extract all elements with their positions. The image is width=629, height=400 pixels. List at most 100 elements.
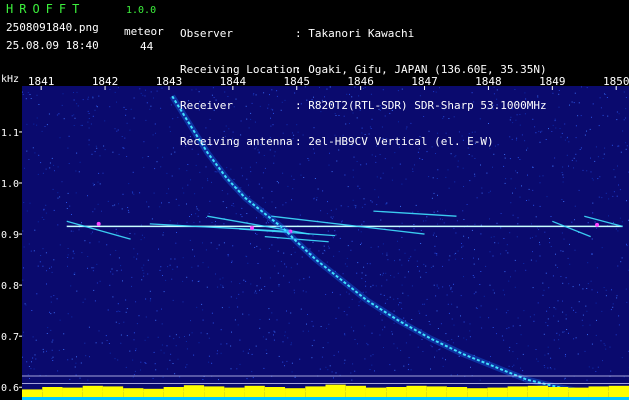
noise-pixel xyxy=(520,367,522,369)
noise-pixel xyxy=(26,123,28,125)
noise-pixel xyxy=(447,340,449,341)
power-bar xyxy=(467,388,488,397)
noise-pixel xyxy=(31,361,32,363)
noise-pixel xyxy=(625,97,627,98)
noise-pixel xyxy=(42,348,44,350)
noise-pixel xyxy=(98,241,100,243)
noise-pixel xyxy=(386,252,388,254)
noise-pixel xyxy=(92,211,94,213)
noise-pixel xyxy=(88,139,90,141)
noise-pixel xyxy=(91,153,93,155)
noise-pixel xyxy=(382,329,384,331)
noise-pixel xyxy=(299,214,301,216)
noise-pixel xyxy=(496,333,497,335)
noise-pixel xyxy=(521,185,522,187)
noise-pixel xyxy=(352,176,354,178)
noise-pixel xyxy=(347,206,349,208)
noise-pixel xyxy=(67,265,68,267)
noise-pixel xyxy=(412,171,414,172)
noise-pixel xyxy=(144,95,146,97)
noise-pixel xyxy=(59,137,61,139)
noise-pixel xyxy=(328,323,330,325)
noise-pixel xyxy=(257,263,259,264)
noise-pixel xyxy=(603,343,605,345)
noise-pixel xyxy=(381,285,383,287)
noise-pixel xyxy=(125,114,127,116)
noise-pixel xyxy=(335,317,337,319)
noise-pixel xyxy=(596,319,597,321)
noise-pixel xyxy=(417,266,419,267)
meteor-count: 44 xyxy=(140,40,154,53)
noise-pixel xyxy=(166,192,168,194)
noise-pixel xyxy=(423,220,424,222)
noise-pixel xyxy=(51,349,53,351)
noise-pixel xyxy=(560,136,562,138)
noise-pixel xyxy=(481,327,483,329)
noise-pixel xyxy=(618,315,620,317)
noise-pixel xyxy=(152,134,154,136)
noise-pixel xyxy=(473,263,475,265)
noise-pixel xyxy=(142,269,144,271)
noise-pixel xyxy=(67,248,69,249)
noise-pixel xyxy=(463,276,464,278)
y-tick-label: 0.6 xyxy=(1,383,19,394)
noise-pixel xyxy=(43,219,45,220)
noise-pixel xyxy=(51,357,53,359)
noise-pixel xyxy=(465,339,467,341)
noise-pixel xyxy=(81,222,82,224)
noise-pixel xyxy=(112,273,114,275)
noise-pixel xyxy=(186,364,188,366)
noise-pixel xyxy=(437,328,439,329)
power-bar xyxy=(305,386,326,397)
noise-pixel xyxy=(352,169,354,171)
noise-pixel xyxy=(320,210,322,212)
noise-pixel xyxy=(198,209,200,211)
noise-pixel xyxy=(51,271,53,273)
noise-pixel xyxy=(117,310,119,312)
noise-pixel xyxy=(40,162,42,164)
noise-pixel xyxy=(42,248,44,250)
power-bar xyxy=(22,389,43,397)
noise-pixel xyxy=(29,202,31,204)
noise-pixel xyxy=(160,266,162,268)
noise-pixel xyxy=(386,279,388,281)
file-name: 2508091840.png xyxy=(6,21,99,34)
noise-pixel xyxy=(77,105,79,107)
noise-pixel xyxy=(564,139,566,141)
noise-pixel xyxy=(260,277,261,279)
noise-pixel xyxy=(616,195,618,197)
noise-pixel xyxy=(436,253,438,254)
noise-pixel xyxy=(117,359,119,361)
noise-pixel xyxy=(198,342,200,344)
noise-pixel xyxy=(170,353,172,355)
noise-pixel xyxy=(169,359,171,361)
noise-pixel xyxy=(582,314,584,316)
power-bar xyxy=(143,388,164,397)
noise-pixel xyxy=(235,213,237,215)
noise-pixel xyxy=(49,267,51,269)
noise-pixel xyxy=(517,317,519,319)
noise-pixel xyxy=(404,252,406,254)
noise-pixel xyxy=(591,289,593,291)
noise-pixel xyxy=(144,362,146,364)
noise-pixel xyxy=(141,279,143,281)
noise-pixel xyxy=(57,370,59,372)
noise-pixel xyxy=(595,371,597,372)
noise-pixel xyxy=(30,98,32,99)
noise-pixel xyxy=(344,174,346,176)
noise-pixel xyxy=(437,194,438,196)
noise-pixel xyxy=(603,287,605,288)
noise-pixel xyxy=(116,311,118,313)
noise-pixel xyxy=(259,319,261,320)
noise-pixel xyxy=(205,249,207,251)
noise-pixel xyxy=(231,261,233,263)
noise-pixel xyxy=(212,322,214,324)
noise-pixel xyxy=(74,117,76,119)
noise-pixel xyxy=(535,260,537,262)
noise-pixel xyxy=(284,335,286,337)
noise-pixel xyxy=(457,160,459,162)
noise-pixel xyxy=(145,298,147,300)
noise-pixel xyxy=(547,367,549,369)
noise-pixel xyxy=(265,338,267,340)
noise-pixel xyxy=(154,363,156,365)
